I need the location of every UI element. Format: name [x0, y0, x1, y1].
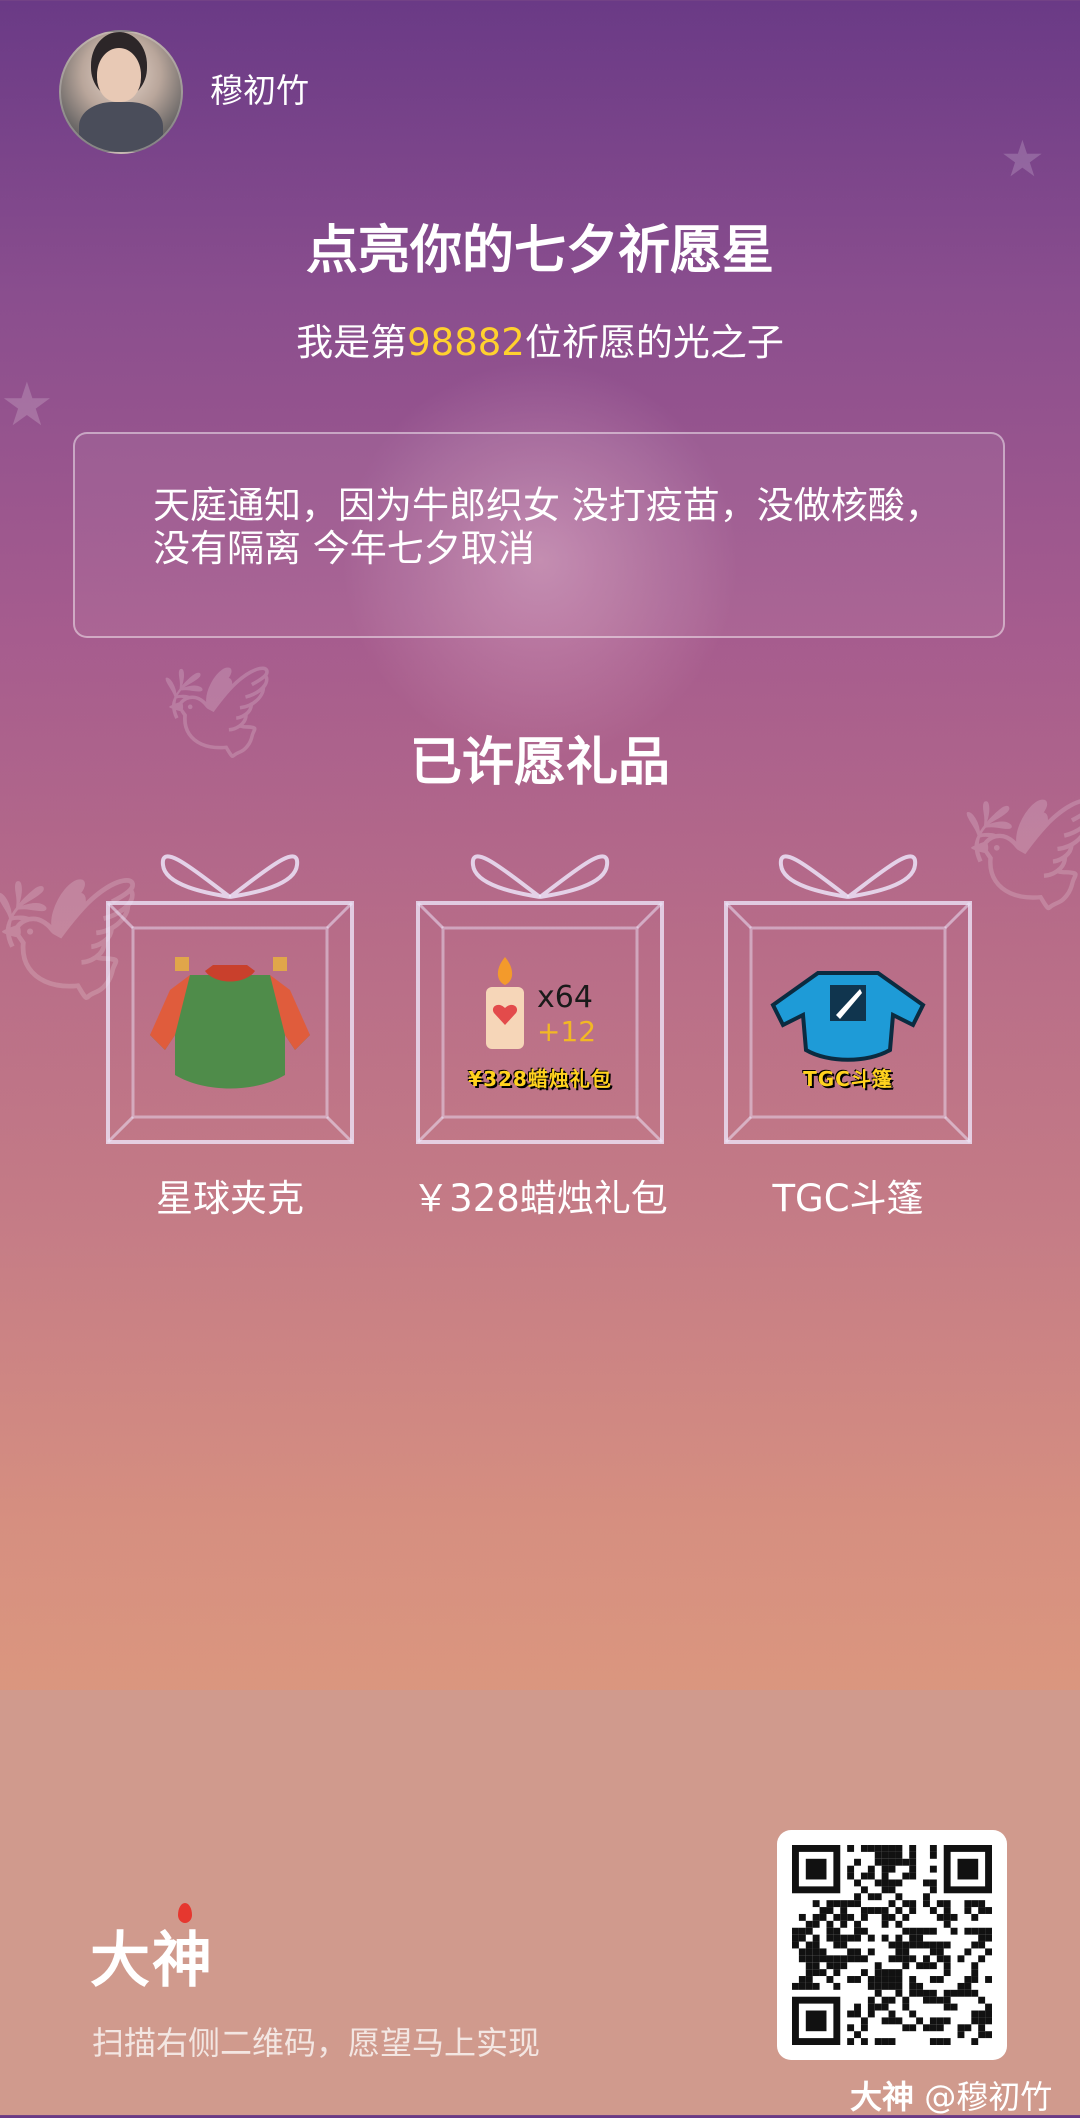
gifts-section-title: 已许愿礼品 [409, 733, 670, 793]
qr-code-pattern [792, 1845, 992, 2045]
candle-icon [486, 957, 524, 1049]
page-title: 点亮你的七夕祈愿星 [305, 221, 774, 281]
brand-logo-dot [178, 1903, 192, 1923]
gift-item-cape[interactable]: TGC斗篷 [723, 835, 973, 1145]
candle-count: x64 [537, 980, 593, 1015]
wish-message-text: 天庭通知，因为牛郎织女 没打疫苗，没做核酸，没有隔离 今年七夕取消 [153, 484, 942, 570]
brand-logo: 大神 [90, 1926, 214, 1996]
star-decoration-icon: ★ [1000, 130, 1045, 188]
gift-item-candle-pack[interactable]: x64 +12 ¥328蜡烛礼包 [415, 835, 665, 1145]
gift-bow-icon [470, 854, 610, 899]
cape-badge: TGC斗篷 [803, 1067, 893, 1091]
watermark-user: @穆初竹 [924, 2078, 1053, 2116]
gift-label: TGC斗篷 [772, 1177, 924, 1220]
candle-pack-badge: ¥328蜡烛礼包 [468, 1067, 612, 1091]
gift-label: 星球夹克 [156, 1177, 304, 1220]
star-decoration-icon: ★ [0, 370, 54, 440]
watermark: 大神 @穆初竹 [850, 2072, 1052, 2118]
candle-bonus: +12 [537, 1015, 597, 1048]
wish-rank-text: 我是第98882位祈愿的光之子 [0, 312, 1080, 366]
jacket-icon [150, 957, 310, 1089]
gift-bow-icon [160, 854, 300, 899]
gift-bow-icon [778, 854, 918, 899]
gift-item-jacket[interactable] [105, 835, 355, 1145]
subtitle-prefix: 我是第 [296, 321, 408, 364]
wish-message-card: 天庭通知，因为牛郎织女 没打疫苗，没做核酸，没有隔离 今年七夕取消 [73, 432, 1005, 638]
scan-tagline: 扫描右侧二维码，愿望马上实现 [92, 2024, 541, 2062]
wisher-number: 98882 [407, 321, 525, 364]
avatar[interactable] [59, 30, 183, 154]
username: 穆初竹 [210, 71, 309, 110]
dove-decoration-icon: 🕊 [960, 790, 1080, 918]
watermark-brand: 大神 [850, 2078, 915, 2116]
qr-code[interactable] [777, 1830, 1007, 2060]
gift-label: ￥328蜡烛礼包 [412, 1177, 668, 1220]
subtitle-suffix: 位祈愿的光之子 [524, 321, 784, 364]
cape-icon [770, 971, 926, 1062]
